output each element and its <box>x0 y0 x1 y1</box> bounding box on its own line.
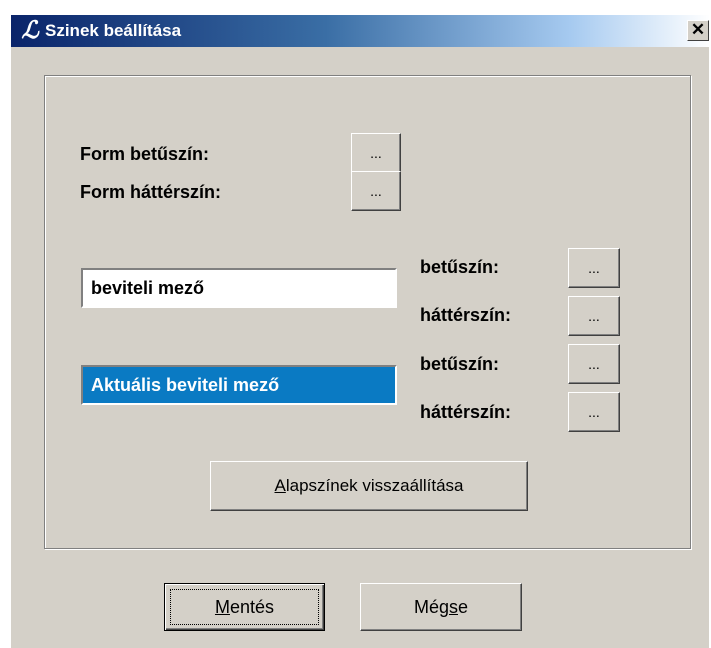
color-settings-group: Form betűszín: ... Form háttérszín: ... … <box>44 75 691 549</box>
input-background-color-label: háttérszín: <box>420 305 512 325</box>
form-text-color-button[interactable]: ... <box>351 133 401 173</box>
form-text-color-label: Form betűszín: <box>80 144 209 164</box>
active-input-text-color-button[interactable]: ... <box>568 344 620 384</box>
input-field-sample[interactable]: beviteli mező <box>81 268 397 308</box>
cancel-button[interactable]: Mégse <box>360 583 522 631</box>
close-icon: ✕ <box>690 20 706 39</box>
focus-indicator <box>170 589 319 625</box>
input-background-color-button[interactable]: ... <box>568 296 620 336</box>
reset-mnemonic: A <box>274 476 286 495</box>
close-button[interactable]: ✕ <box>687 20 709 41</box>
active-input-text-color-label: betűszín: <box>420 354 499 374</box>
settings-dialog: ℒ Szinek beállítása ✕ Form betűszín: ...… <box>10 15 710 648</box>
form-background-color-button[interactable]: ... <box>351 171 401 211</box>
reset-colors-button[interactable]: Alapszínek visszaállítása <box>210 461 528 511</box>
cancel-label-start: Még <box>413 597 449 617</box>
window-title: Szinek beállítása <box>45 21 182 40</box>
reset-label: lapszínek visszaállítása <box>285 476 464 495</box>
active-input-background-color-label: háttérszín: <box>420 402 512 422</box>
active-input-background-color-button[interactable]: ... <box>568 392 620 432</box>
cancel-mnemonic: s <box>449 597 458 617</box>
input-text-color-button[interactable]: ... <box>568 248 620 288</box>
cancel-label-end: e <box>458 597 469 617</box>
app-logo-icon: ℒ <box>21 18 39 44</box>
save-button[interactable]: Mentés <box>164 583 325 631</box>
input-text-color-label: betűszín: <box>420 257 499 277</box>
active-input-field-sample[interactable]: Aktuális beviteli mező <box>81 365 397 405</box>
title-bar[interactable]: ℒ Szinek beállítása ✕ <box>11 15 710 47</box>
form-background-color-label: Form háttérszín: <box>80 182 222 202</box>
